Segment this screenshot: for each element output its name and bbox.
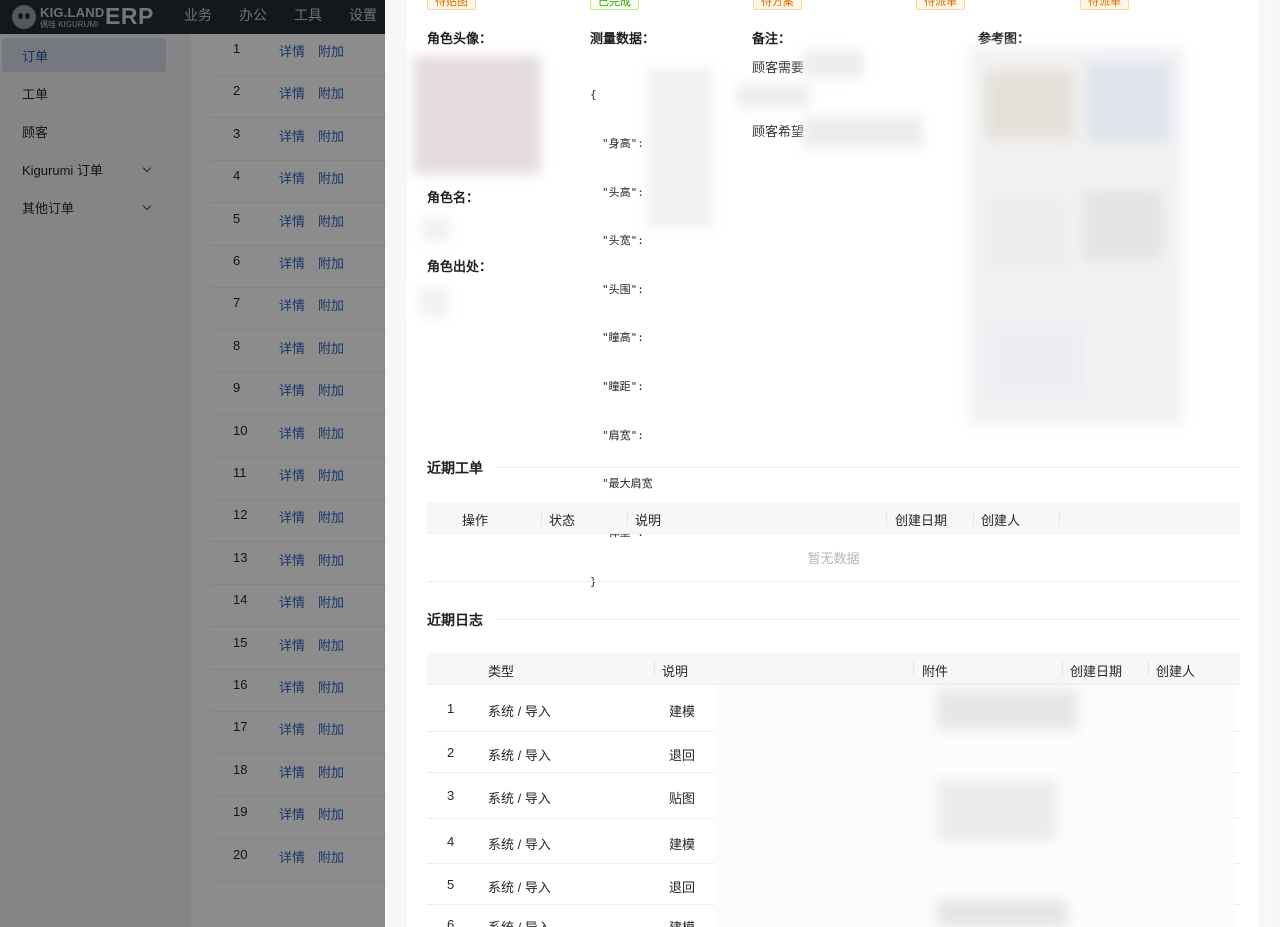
remark-redacted bbox=[803, 50, 863, 78]
remark-redacted bbox=[737, 85, 809, 107]
json-brace: { bbox=[590, 88, 597, 102]
workorders-table-header: 操作 状态 说明 创建日期 创建人 bbox=[427, 502, 1240, 534]
reference-image[interactable] bbox=[1087, 62, 1171, 142]
measure-key: "瞳高": bbox=[602, 331, 644, 345]
col-header: 创建人 bbox=[981, 513, 1021, 528]
col-header: 状态 bbox=[549, 513, 576, 528]
measure-values-redacted bbox=[647, 68, 713, 228]
order-detail-drawer: 待贴图 已完成 待方案 待派单 待派单 角色头像： 角色名： 角色出处： 测量数… bbox=[385, 0, 1280, 927]
remark-redacted bbox=[803, 116, 923, 148]
log-desc: 退回 bbox=[669, 880, 696, 895]
remark-line: 顾客希望 bbox=[752, 124, 805, 139]
column-divider bbox=[627, 510, 628, 526]
col-header: 操作 bbox=[462, 513, 489, 528]
attachment-thumbnail[interactable] bbox=[937, 780, 1057, 840]
column-divider bbox=[654, 661, 655, 677]
detail-panel: 待贴图 已完成 待方案 待派单 待派单 角色头像： 角色名： 角色出处： 测量数… bbox=[407, 0, 1258, 927]
role-source-value bbox=[419, 287, 449, 317]
col-header: 创建日期 bbox=[895, 513, 948, 528]
reference-image[interactable] bbox=[987, 200, 1067, 270]
status-badge: 已完成 bbox=[590, 0, 639, 10]
log-type: 系统 / 导入 bbox=[488, 704, 551, 719]
column-divider bbox=[886, 510, 887, 526]
attachment-thumbnail[interactable] bbox=[937, 690, 1077, 730]
col-header: 附件 bbox=[922, 664, 949, 679]
column-divider bbox=[1062, 661, 1063, 677]
log-index: 5 bbox=[447, 877, 455, 892]
status-badge: 待方案 bbox=[753, 0, 802, 10]
measure-key: "头围": bbox=[602, 282, 644, 296]
reference-image[interactable] bbox=[985, 70, 1075, 140]
log-type: 系统 / 导入 bbox=[488, 880, 551, 895]
log-type: 系统 / 导入 bbox=[488, 837, 551, 852]
status-badge: 待派单 bbox=[916, 0, 965, 10]
column-divider bbox=[1148, 661, 1149, 677]
reference-image[interactable] bbox=[987, 320, 1087, 400]
recent-workorders-title: 近期工单 bbox=[427, 460, 483, 476]
attachment-thumbnail[interactable] bbox=[937, 900, 1067, 927]
log-desc: 建模 bbox=[669, 837, 696, 852]
column-divider bbox=[913, 661, 914, 677]
remark-label: 备注： bbox=[752, 31, 792, 46]
log-desc: 建模 bbox=[669, 917, 695, 927]
avatar-label: 角色头像： bbox=[427, 31, 493, 46]
section-divider bbox=[497, 467, 1240, 468]
log-index: 6 bbox=[447, 917, 455, 927]
log-index: 3 bbox=[447, 788, 455, 803]
remark-line: 顾客需要 bbox=[752, 60, 805, 75]
drawer-scrollbar[interactable] bbox=[1262, 0, 1272, 927]
col-header: 说明 bbox=[635, 513, 662, 528]
measure-key: "头宽": bbox=[602, 234, 644, 248]
log-index: 1 bbox=[447, 701, 455, 716]
col-header: 类型 bbox=[488, 664, 515, 679]
col-header: 创建人 bbox=[1156, 664, 1196, 679]
log-type: 系统 / 导入 bbox=[488, 748, 551, 763]
col-header: 创建日期 bbox=[1070, 664, 1123, 679]
log-index: 4 bbox=[447, 834, 455, 849]
measure-key: "最大肩宽 bbox=[602, 477, 653, 491]
measure-key: "肩宽": bbox=[602, 428, 644, 442]
log-index: 2 bbox=[447, 745, 455, 760]
recent-logs-title: 近期日志 bbox=[427, 612, 483, 628]
measure-key: "瞳距": bbox=[602, 380, 644, 394]
measure-key: "头高": bbox=[602, 185, 644, 199]
log-type: 系统 / 导入 bbox=[488, 791, 551, 806]
role-source-label: 角色出处： bbox=[427, 259, 493, 274]
col-header: 说明 bbox=[662, 664, 689, 679]
character-avatar-image[interactable] bbox=[413, 56, 541, 174]
log-type: 系统 / 导入 bbox=[488, 917, 551, 927]
log-desc: 建模 bbox=[669, 704, 696, 719]
logs-table-header: 类型 说明 附件 创建日期 创建人 bbox=[427, 653, 1240, 685]
role-name-label: 角色名： bbox=[427, 190, 480, 205]
reference-image[interactable] bbox=[1083, 190, 1163, 260]
column-divider bbox=[1059, 510, 1060, 526]
role-name-value bbox=[421, 218, 451, 242]
measure-label: 测量数据： bbox=[590, 31, 656, 46]
empty-placeholder: 暂无数据 bbox=[427, 535, 1240, 582]
log-desc: 退回 bbox=[669, 748, 696, 763]
column-divider bbox=[541, 510, 542, 526]
status-badge: 待派单 bbox=[1080, 0, 1129, 10]
log-desc: 贴图 bbox=[669, 791, 696, 806]
reference-label: 参考图： bbox=[978, 31, 1031, 46]
section-divider bbox=[497, 619, 1240, 620]
column-divider bbox=[973, 510, 974, 526]
measure-key: "身高": bbox=[602, 137, 644, 151]
status-badge: 待贴图 bbox=[427, 0, 476, 10]
